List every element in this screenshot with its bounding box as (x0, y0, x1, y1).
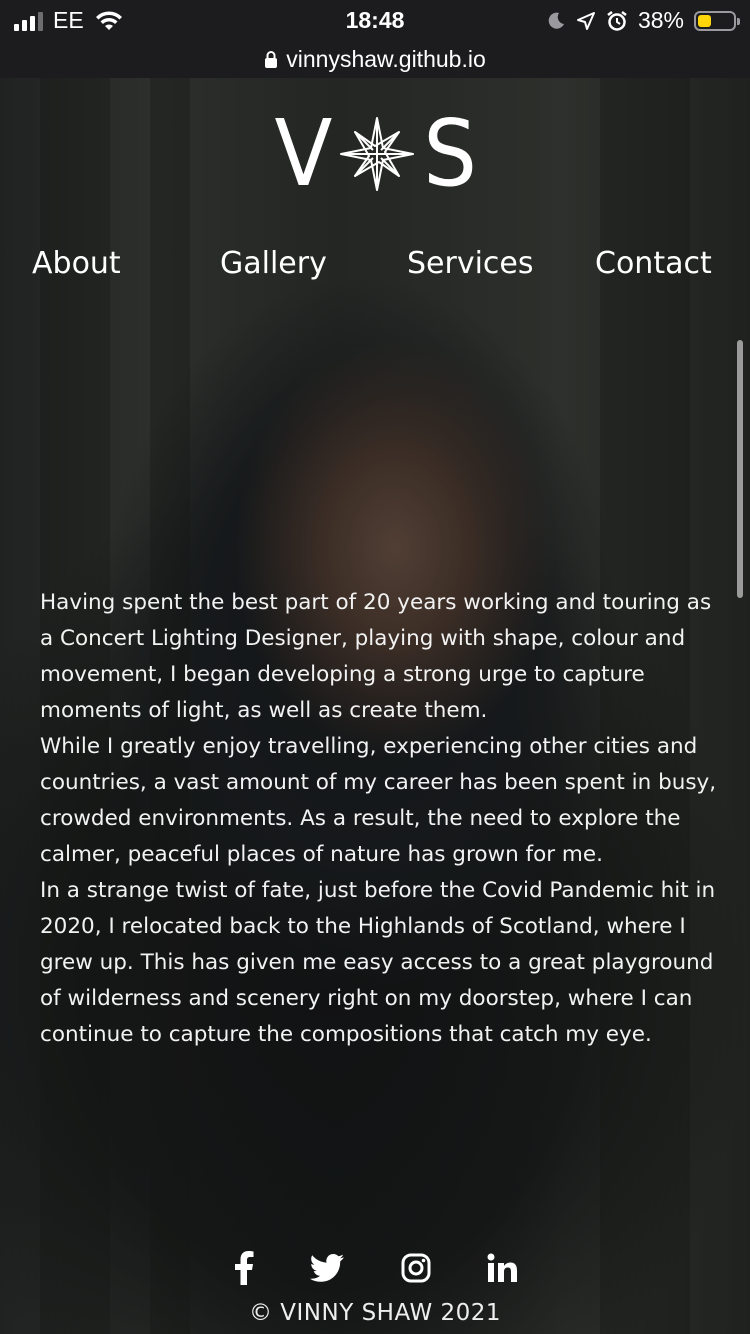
linkedin-icon[interactable] (484, 1250, 520, 1286)
battery-percent: 38% (637, 7, 684, 33)
compass-star-icon (340, 117, 415, 191)
facebook-icon[interactable] (226, 1250, 262, 1286)
logo-letter-s: S (423, 100, 478, 207)
status-bar-right: 38% (546, 7, 740, 34)
nav-contact[interactable]: Contact (595, 246, 712, 281)
logo-letter-v: V (274, 100, 333, 207)
lock-icon (265, 51, 278, 68)
site-logo[interactable]: V S (0, 108, 750, 200)
instagram-icon[interactable] (398, 1250, 434, 1286)
location-arrow-icon (576, 11, 595, 30)
social-links (0, 1250, 750, 1290)
about-paragraph: While I greatly enjoy travelling, experi… (40, 734, 717, 867)
nav-gallery[interactable]: Gallery (220, 246, 327, 281)
twitter-icon[interactable] (309, 1250, 345, 1286)
scrollbar[interactable] (737, 340, 743, 598)
main-nav: About Gallery Services Contact (0, 246, 750, 290)
address-bar[interactable]: vinnyshaw.github.io (0, 40, 750, 78)
about-paragraph: In a strange twist of fate, just before … (40, 878, 716, 1047)
copyright-text: © VINNY SHAW 2021 (248, 1300, 502, 1326)
hero-section: V S About Gallery Services Contact Havin… (0, 78, 750, 1334)
battery-fill (698, 14, 711, 27)
nav-services[interactable]: Services (407, 246, 534, 281)
battery-icon (694, 10, 740, 31)
url-text: vinnyshaw.github.io (286, 45, 486, 72)
about-text: Having spent the best part of 20 years w… (40, 585, 720, 1053)
about-paragraph: Having spent the best part of 20 years w… (40, 590, 712, 723)
alarm-icon (607, 10, 627, 31)
moon-icon (548, 12, 564, 29)
status-bar: EE 18:48 38% (0, 0, 750, 40)
nav-about[interactable]: About (32, 246, 121, 281)
